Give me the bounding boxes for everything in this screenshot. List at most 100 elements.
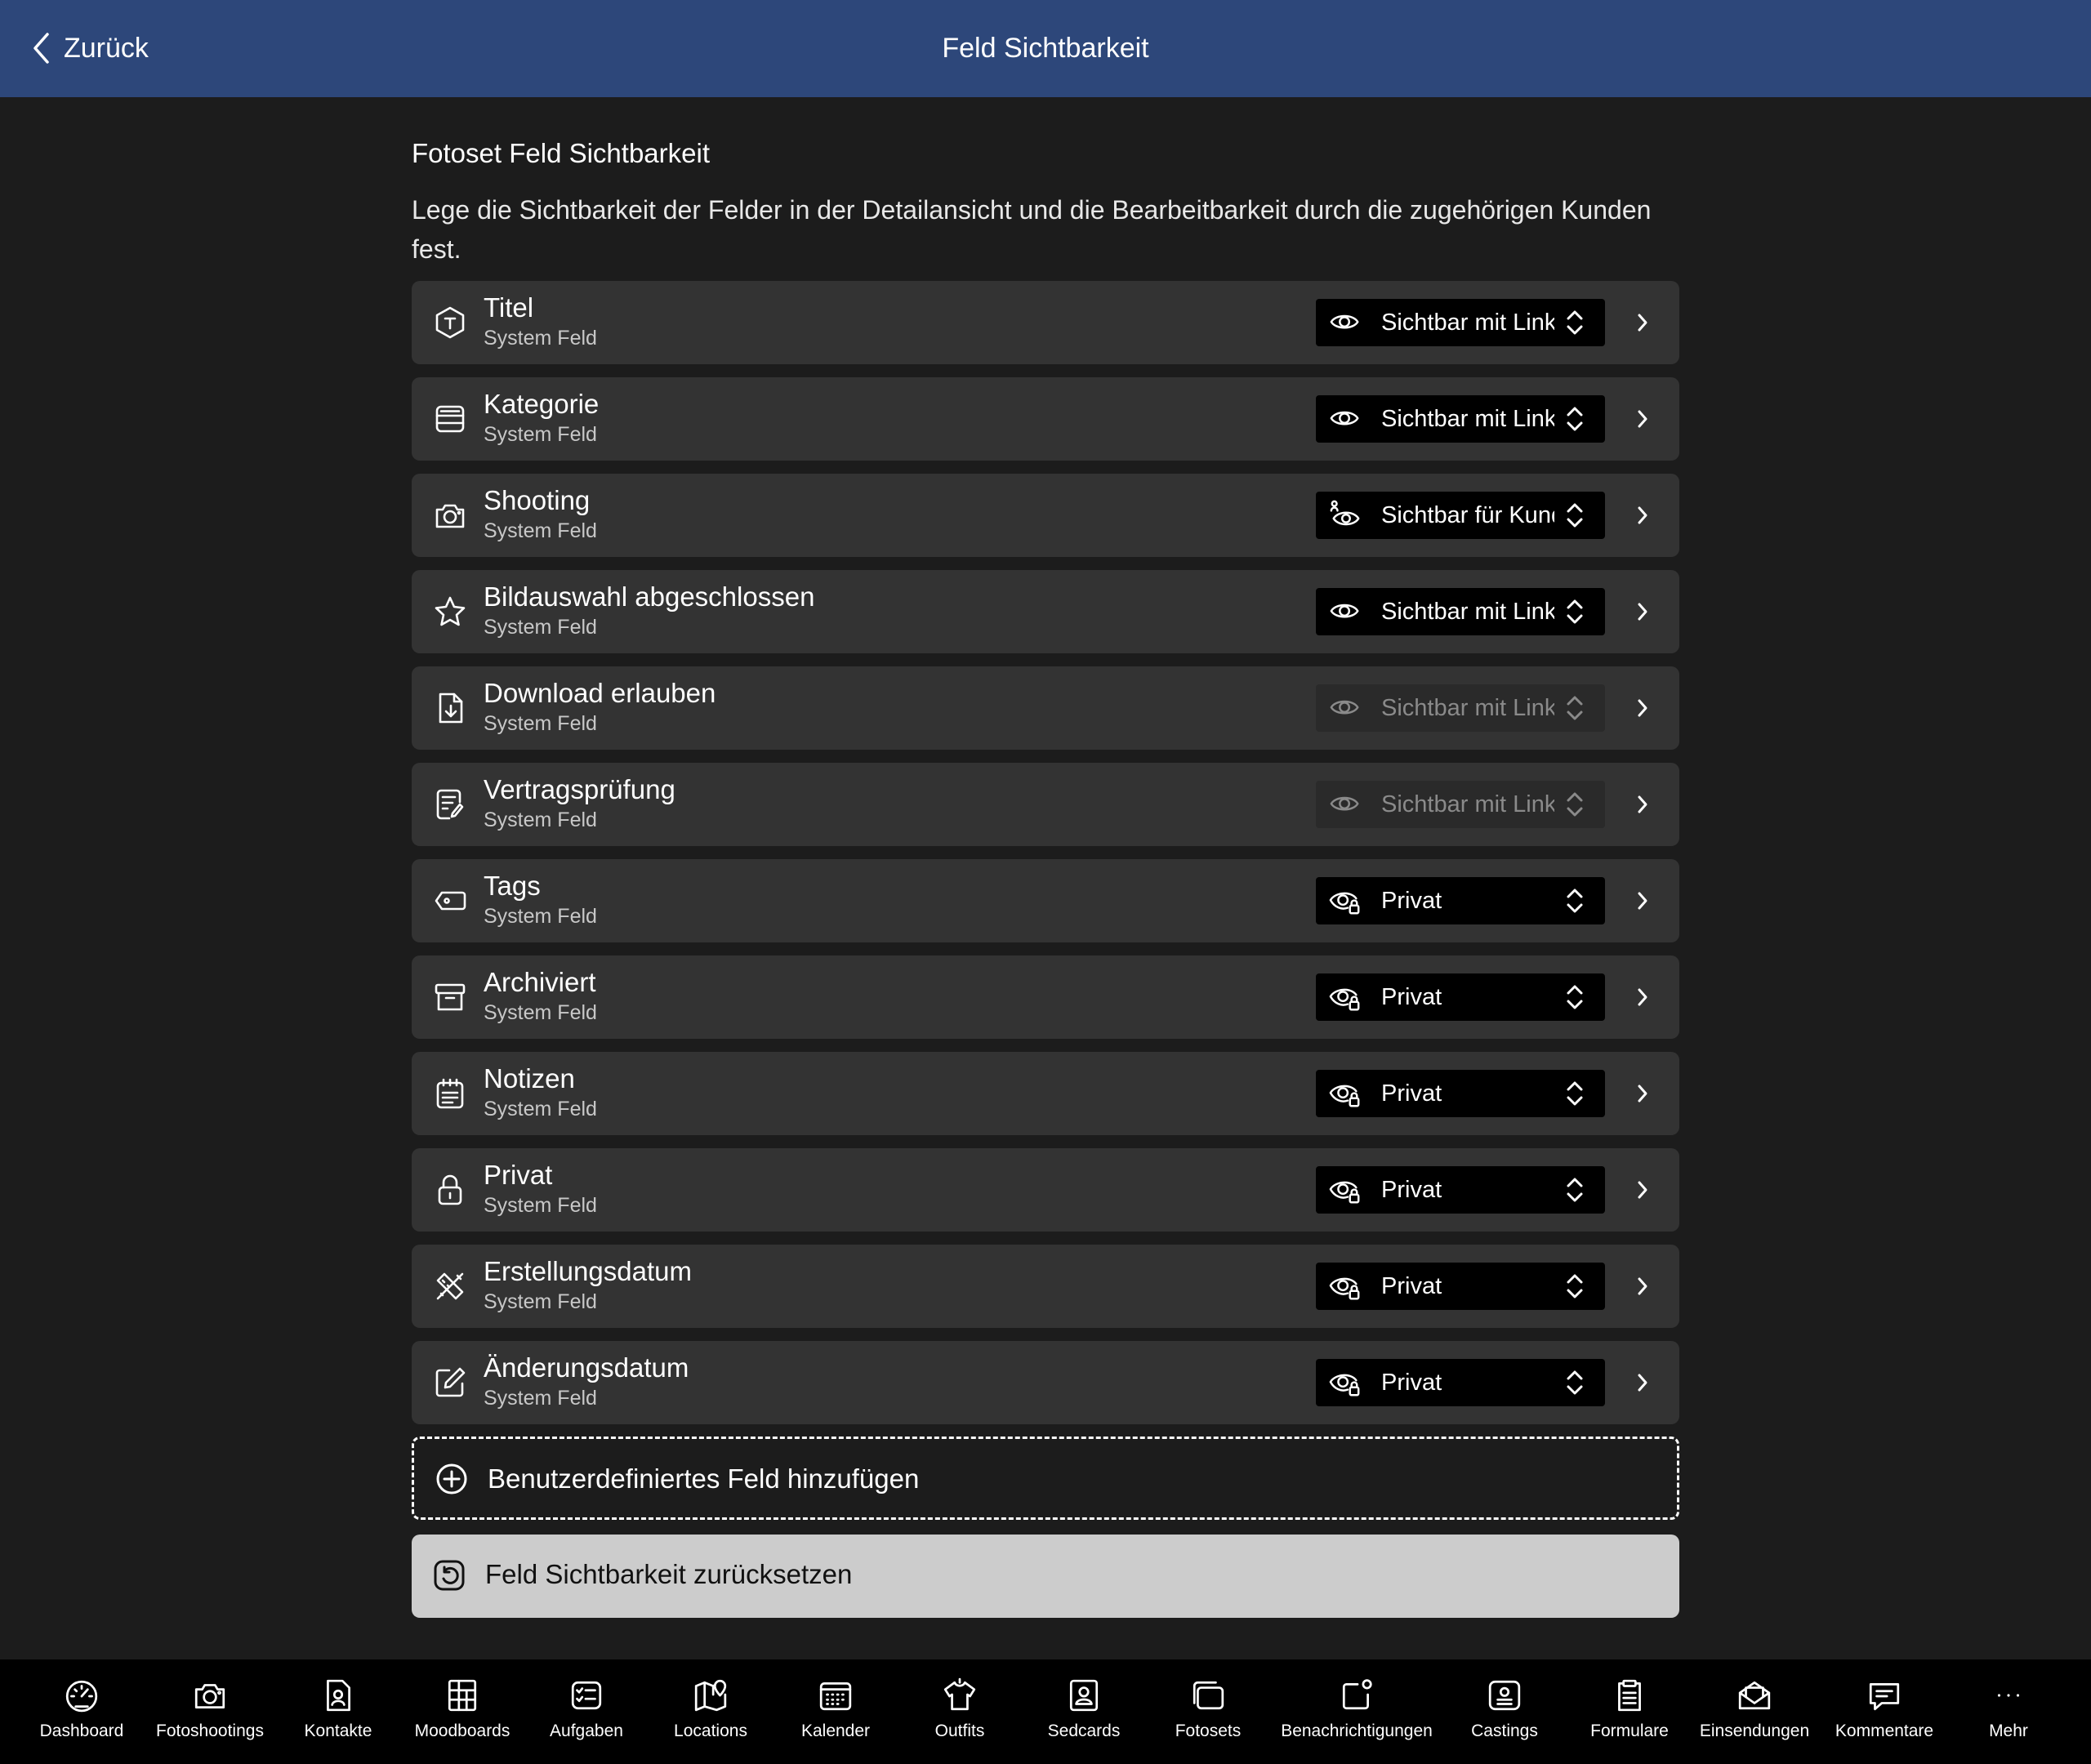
visibility-value: Privat bbox=[1381, 1272, 1442, 1299]
chevron-right-icon[interactable] bbox=[1630, 1178, 1655, 1202]
field-type-label: System Feld bbox=[484, 616, 597, 639]
field-name: Tags bbox=[484, 871, 541, 901]
field-name: Bildauswahl abgeschlossen bbox=[484, 581, 815, 612]
field-row[interactable]: Download erlauben System Feld Sichtbar mit… bbox=[412, 666, 1679, 750]
chevron-right-icon[interactable] bbox=[1630, 889, 1655, 913]
field-row[interactable]: Privat System Feld Privat bbox=[412, 1148, 1679, 1232]
visibility-select[interactable]: Privat bbox=[1316, 877, 1605, 924]
chevron-right-icon[interactable] bbox=[1630, 310, 1655, 335]
visibility-value: Sichtbar mit Link bbox=[1381, 309, 1554, 336]
tab-fotosets[interactable]: Fotosets bbox=[1135, 1659, 1282, 1764]
chevron-up-down-icon bbox=[1566, 1177, 1584, 1203]
eye-icon bbox=[1329, 693, 1362, 724]
field-name: Erstellungsdatum bbox=[484, 1256, 692, 1286]
tab-label: Outfits bbox=[934, 1722, 985, 1740]
eye-lock-icon bbox=[1329, 1271, 1362, 1302]
field-type-label: System Feld bbox=[484, 519, 597, 542]
field-row[interactable]: Bildauswahl abgeschlossen System Feld Sich… bbox=[412, 570, 1679, 653]
chevron-up-down-icon bbox=[1566, 406, 1584, 432]
eye-lock-icon bbox=[1329, 885, 1362, 916]
camera-icon bbox=[433, 498, 467, 532]
eye-icon bbox=[1329, 789, 1362, 820]
chevron-right-icon[interactable] bbox=[1630, 1274, 1655, 1298]
field-name: Vertragsprüfung bbox=[484, 774, 675, 804]
tab-label: Fotoshootings bbox=[156, 1722, 264, 1740]
reset-visibility-label: Feld Sichtbarkeit zurücksetzen bbox=[485, 1559, 853, 1589]
top-navigation-bar: Feld Sichtbarkeit Zurück bbox=[0, 0, 2091, 97]
visibility-value: Sichtbar mit Link bbox=[1381, 598, 1554, 625]
more-dots-icon bbox=[1991, 1677, 2026, 1713]
chevron-up-down-icon bbox=[1566, 791, 1584, 817]
ruler-pencil-icon bbox=[433, 1269, 467, 1303]
visibility-value: Privat bbox=[1381, 1080, 1442, 1107]
tab-benachrichtigungen[interactable]: Benachrichtigungen bbox=[1281, 1659, 1433, 1764]
field-row[interactable]: Änderungsdatum System Feld Privat bbox=[412, 1341, 1679, 1424]
field-row[interactable]: Tags System Feld Privat bbox=[412, 859, 1679, 942]
tab-dashboard[interactable]: Dashboard bbox=[8, 1659, 155, 1764]
visibility-select[interactable]: Privat bbox=[1316, 1359, 1605, 1406]
reset-icon bbox=[433, 1559, 466, 1592]
reset-visibility-button[interactable]: Feld Sichtbarkeit zurücksetzen bbox=[412, 1535, 1679, 1618]
chevron-right-icon[interactable] bbox=[1630, 696, 1655, 720]
calendar-icon bbox=[818, 1677, 854, 1713]
chevron-up-down-icon bbox=[1566, 695, 1584, 721]
add-custom-field-button[interactable]: Benutzerdefiniertes Feld hinzufügen bbox=[412, 1437, 1679, 1520]
visibility-select[interactable]: Sichtbar mit Link bbox=[1316, 395, 1605, 443]
field-row[interactable]: Archiviert System Feld Privat bbox=[412, 956, 1679, 1039]
visibility-select: Sichtbar mit Link bbox=[1316, 684, 1605, 732]
chevron-right-icon[interactable] bbox=[1630, 503, 1655, 528]
chevron-right-icon[interactable] bbox=[1630, 1081, 1655, 1106]
lock-icon bbox=[433, 1173, 467, 1207]
tab-label: Locations bbox=[674, 1722, 747, 1740]
chevron-right-icon[interactable] bbox=[1630, 792, 1655, 817]
field-row[interactable]: Notizen System Feld Privat bbox=[412, 1052, 1679, 1135]
field-type-label: System Feld bbox=[484, 1387, 597, 1410]
dashboard-gauge-icon bbox=[64, 1677, 100, 1713]
chevron-right-icon[interactable] bbox=[1630, 599, 1655, 624]
chevron-right-icon[interactable] bbox=[1630, 985, 1655, 1009]
back-button[interactable]: Zurück bbox=[31, 24, 149, 72]
chevron-right-icon[interactable] bbox=[1630, 407, 1655, 431]
chevron-left-icon bbox=[31, 32, 52, 65]
eye-lock-icon bbox=[1329, 1078, 1362, 1109]
field-name: Kategorie bbox=[484, 389, 600, 419]
eye-lock-icon bbox=[1329, 1174, 1362, 1205]
field-row[interactable]: Erstellungsdatum System Feld Privat bbox=[412, 1245, 1679, 1328]
tab-label: Castings bbox=[1471, 1722, 1538, 1740]
visibility-select[interactable]: Privat bbox=[1316, 1263, 1605, 1310]
visibility-select[interactable]: Sichtbar für Kunden bbox=[1316, 492, 1605, 539]
camera-icon bbox=[192, 1677, 228, 1713]
field-name: Download erlauben bbox=[484, 678, 716, 708]
star-icon bbox=[433, 595, 467, 629]
field-name: Privat bbox=[484, 1160, 553, 1190]
visibility-select[interactable]: Sichtbar mit Link bbox=[1316, 588, 1605, 635]
shirt-icon bbox=[942, 1677, 978, 1713]
tab-label: Moodboards bbox=[414, 1722, 510, 1740]
tab-fotoshootings[interactable]: Fotoshootings bbox=[136, 1659, 283, 1764]
moodboard-grid-icon bbox=[444, 1677, 480, 1713]
field-row[interactable]: Kategorie System Feld Sichtbar mit Link bbox=[412, 377, 1679, 461]
contact-file-icon bbox=[320, 1677, 356, 1713]
visibility-value: Privat bbox=[1381, 1176, 1442, 1203]
field-type-label: System Feld bbox=[484, 808, 597, 831]
field-row[interactable]: Titel System Feld Sichtbar mit Link bbox=[412, 281, 1679, 364]
chevron-right-icon[interactable] bbox=[1630, 1370, 1655, 1395]
add-custom-field-label: Benutzerdefiniertes Feld hinzufügen bbox=[488, 1463, 920, 1494]
tab-label: Formulare bbox=[1590, 1722, 1669, 1740]
chevron-up-down-icon bbox=[1566, 1080, 1584, 1107]
category-tray-icon bbox=[433, 402, 467, 436]
tab-mehr[interactable]: Mehr bbox=[1935, 1659, 2082, 1764]
field-type-label: System Feld bbox=[484, 1194, 597, 1217]
field-name: Titel bbox=[484, 292, 534, 323]
visibility-select[interactable]: Sichtbar mit Link bbox=[1316, 299, 1605, 346]
field-row[interactable]: Vertragsprüfung System Feld Sichtbar mit L… bbox=[412, 763, 1679, 846]
visibility-select[interactable]: Privat bbox=[1316, 1070, 1605, 1117]
visibility-select[interactable]: Privat bbox=[1316, 973, 1605, 1021]
tab-einsendungen[interactable]: Einsendungen bbox=[1681, 1659, 1828, 1764]
visibility-value: Sichtbar mit Link bbox=[1381, 694, 1554, 721]
section-description: Lege die Sichtbarkeit der Felder in der … bbox=[412, 195, 1652, 264]
chevron-up-down-icon bbox=[1566, 502, 1584, 528]
tab-label: Mehr bbox=[1989, 1722, 2028, 1740]
visibility-select[interactable]: Privat bbox=[1316, 1166, 1605, 1214]
field-row[interactable]: Shooting System Feld Sichtbar für Kunden bbox=[412, 474, 1679, 557]
